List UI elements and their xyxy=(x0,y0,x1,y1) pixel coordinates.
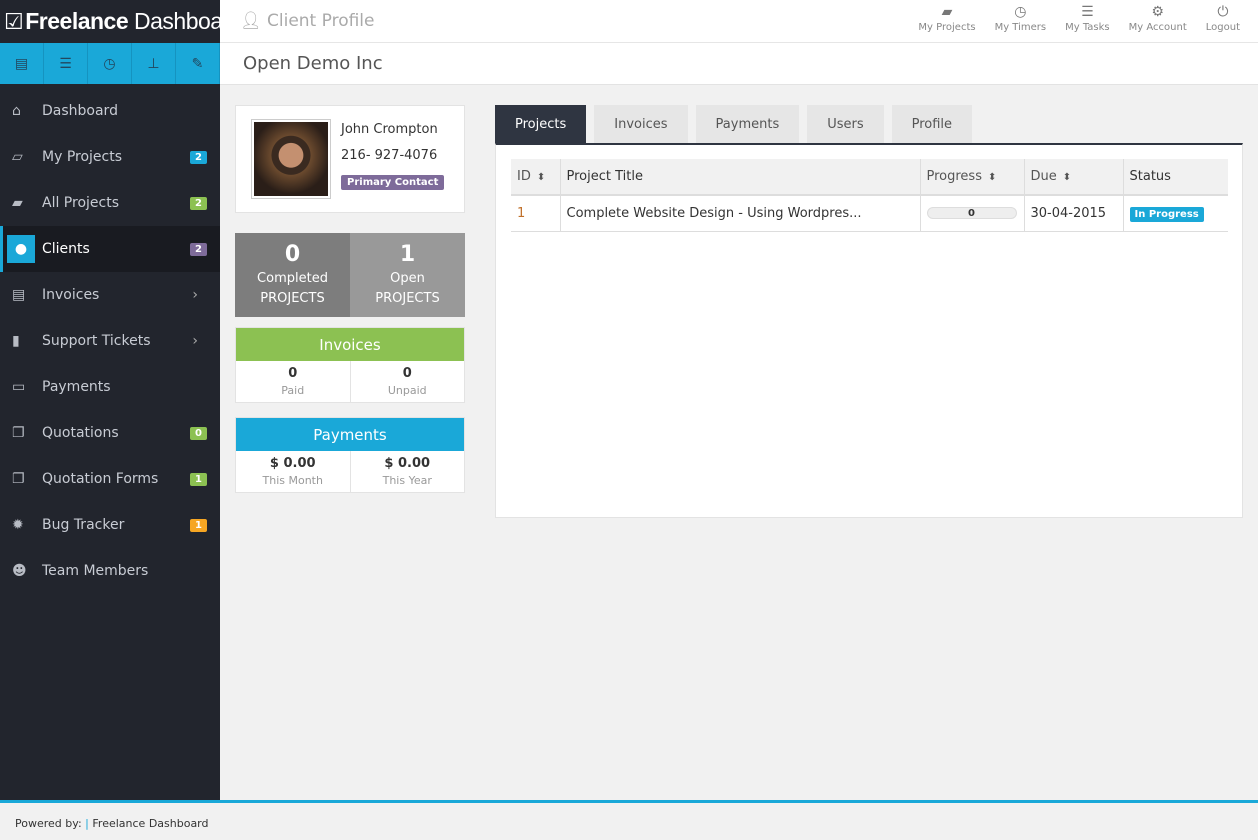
gears-icon: ⚙ xyxy=(1151,4,1164,20)
primary-contact-badge: Primary Contact xyxy=(341,175,445,190)
tab-projects[interactable]: Projects xyxy=(495,105,587,143)
tab-invoices[interactable]: Invoices xyxy=(594,105,688,143)
sort-icon: ⬍ xyxy=(987,172,997,183)
badge: 2 xyxy=(190,150,207,164)
user-icon: 👤︎ xyxy=(240,11,262,31)
credit-card-icon: ▭ xyxy=(12,379,26,395)
top-link-logout[interactable]: ⏻ Logout xyxy=(1206,4,1240,33)
top-link-my-tasks[interactable]: ☰ My Tasks xyxy=(1065,4,1110,33)
sidebar-item-payments[interactable]: ▭ Payments xyxy=(0,364,220,410)
folder-icon: ▰ xyxy=(12,195,23,211)
quick-icon-bar: ▤ ☰ ◷ ⊥ ✎ xyxy=(0,43,220,84)
top-bar: 👤︎ Client Profile ▰ My Projects ◷ My Timer… xyxy=(220,0,1258,43)
project-due: 30-04-2015 xyxy=(1023,195,1123,232)
payments-this-year: $ 0.00 This Year xyxy=(349,451,465,492)
client-profile-card: John Crompton 216- 927-4076 Primary Cont… xyxy=(235,105,465,213)
sidebar-item-team-members[interactable]: ☻ Team Members xyxy=(0,548,220,594)
footer: Powered by: | Freelance Dashboard xyxy=(0,800,1258,840)
projects-table: ID ⬍ Project Title Progress ⬍ Due ⬍ Status … xyxy=(511,159,1228,232)
sidebar-item-my-projects[interactable]: ▱ My Projects 2 xyxy=(0,134,220,180)
page-title: Open Demo Inc xyxy=(220,43,1258,85)
top-link-my-projects[interactable]: ▰ My Projects xyxy=(918,4,975,33)
user-icon: ● xyxy=(7,235,35,263)
status-badge: In Progress xyxy=(1129,206,1204,222)
folder-open-icon: ▰ xyxy=(941,4,953,20)
copy-icon: ❐ xyxy=(12,425,25,441)
badge: 2 xyxy=(190,196,207,210)
copy-icon: ❐ xyxy=(12,471,25,487)
tab-users[interactable]: Users xyxy=(807,105,884,143)
clock-icon: ◷ xyxy=(1014,4,1027,20)
file-icon[interactable]: ▤ xyxy=(0,43,44,84)
client-tabs: Projects Invoices Payments Users Profile xyxy=(495,105,973,143)
column-header-progress[interactable]: Progress ⬍ xyxy=(919,159,1024,196)
invoice-icon: ▤ xyxy=(12,287,26,303)
file-icon: ▮ xyxy=(12,333,20,349)
bug-icon: ✹ xyxy=(12,517,24,533)
sidebar-item-clients[interactable]: ● Clients 2 xyxy=(0,226,220,272)
sidebar-nav: ⌂ Dashboard ▱ My Projects 2 ▰ All Projects 2 … xyxy=(0,88,220,594)
sidebar: ☑ Freelance Dashboard ▤ ☰ ◷ ⊥ ✎ ⌂ Dashboar… xyxy=(0,0,243,800)
badge: 1 xyxy=(190,472,207,486)
top-link-my-account[interactable]: ⚙ My Account xyxy=(1129,4,1187,33)
sort-icon: ⬍ xyxy=(536,172,546,183)
chevron-right-icon: › xyxy=(192,333,198,349)
completed-projects-stat: 0 Completed PROJECTS xyxy=(235,233,350,317)
sitemap-icon[interactable]: ⊥ xyxy=(132,43,176,84)
folder-open-icon: ▱ xyxy=(12,149,23,165)
tab-payments[interactable]: Payments xyxy=(695,105,800,143)
sidebar-item-quotation-forms[interactable]: ❐ Quotation Forms 1 xyxy=(0,456,220,502)
project-progress: 0 xyxy=(919,195,1024,232)
column-header-status[interactable]: Status xyxy=(1122,159,1228,196)
top-link-my-timers[interactable]: ◷ My Timers xyxy=(995,4,1047,33)
footer-brand-link[interactable]: Freelance Dashboard xyxy=(92,817,208,830)
projects-tab-content: ID ⬍ Project Title Progress ⬍ Due ⬍ Status … xyxy=(495,143,1243,518)
chevron-right-icon: › xyxy=(192,287,198,303)
contact-name: John Crompton xyxy=(341,122,438,137)
power-icon: ⏻ xyxy=(1217,4,1229,20)
project-title[interactable]: Complete Website Design - Using Wordpres… xyxy=(559,195,920,232)
breadcrumb: 👤︎ Client Profile xyxy=(240,11,375,31)
top-links: ▰ My Projects ◷ My Timers ☰ My Tasks ⚙ My Ac… xyxy=(918,4,1240,33)
users-icon: ☻ xyxy=(12,563,27,579)
logo[interactable]: ☑ Freelance Dashboard xyxy=(0,0,243,43)
badge: 2 xyxy=(190,242,207,256)
sidebar-item-invoices[interactable]: ▤ Invoices › xyxy=(0,272,220,318)
badge: 0 xyxy=(190,426,207,440)
badge: 1 xyxy=(190,518,207,532)
sort-icon: ⬍ xyxy=(1062,172,1072,183)
column-header-title[interactable]: Project Title xyxy=(559,159,920,196)
paid-invoices: 0 Paid xyxy=(281,366,305,397)
sidebar-item-quotations[interactable]: ❐ Quotations 0 xyxy=(0,410,220,456)
home-icon: ⌂ xyxy=(12,103,21,119)
tab-profile[interactable]: Profile xyxy=(891,105,973,143)
column-header-id[interactable]: ID ⬍ xyxy=(511,159,560,196)
invoices-panel: Invoices 0 Paid 0 Unpaid xyxy=(235,327,465,403)
project-stats: 0 Completed PROJECTS 1 Open PROJECTS xyxy=(235,233,465,317)
payments-panel: Payments $ 0.00 This Month $ 0.00 This Yea… xyxy=(235,417,465,493)
open-projects-stat: 1 Open PROJECTS xyxy=(350,233,465,317)
list-icon: ☰ xyxy=(1081,4,1094,20)
sidebar-item-dashboard[interactable]: ⌂ Dashboard xyxy=(0,88,220,134)
payments-this-month: $ 0.00 This Month xyxy=(262,456,323,487)
avatar xyxy=(251,119,331,199)
sidebar-item-all-projects[interactable]: ▰ All Projects 2 xyxy=(0,180,220,226)
unpaid-invoices: 0 Unpaid xyxy=(349,361,465,402)
progress-bar: 0 xyxy=(926,207,1017,220)
project-id[interactable]: 1 xyxy=(511,195,560,232)
wrench-icon[interactable]: ✎ xyxy=(176,43,220,84)
contact-phone: 216- 927-4076 xyxy=(341,148,438,163)
column-header-due[interactable]: Due ⬍ xyxy=(1023,159,1123,196)
clock-icon[interactable]: ◷ xyxy=(88,43,132,84)
checkbox-logo-icon: ☑ xyxy=(4,8,24,34)
list-icon[interactable]: ☰ xyxy=(44,43,88,84)
sidebar-item-support-tickets[interactable]: ▮ Support Tickets › xyxy=(0,318,220,364)
project-status: In Progress xyxy=(1122,195,1228,232)
table-row[interactable]: 1 Complete Website Design - Using Wordpr… xyxy=(511,195,1228,232)
sidebar-item-bug-tracker[interactable]: ✹ Bug Tracker 1 xyxy=(0,502,220,548)
